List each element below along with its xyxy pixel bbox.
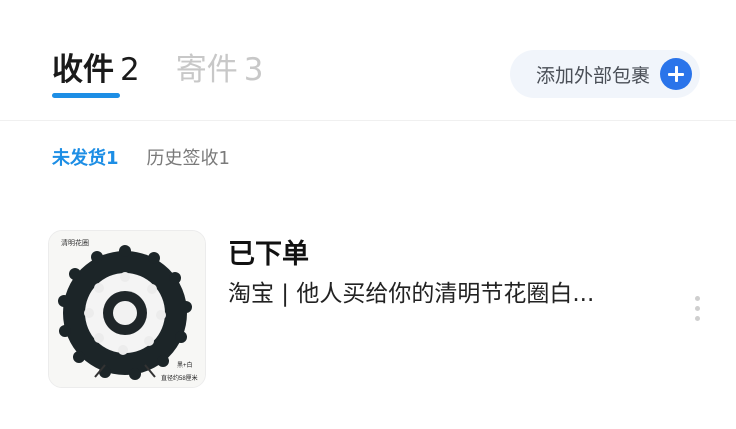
tab-receive[interactable]: 收件 2 — [52, 50, 140, 98]
order-description: 淘宝 | 他人买给你的清明节花圈白... — [228, 281, 595, 307]
top-tabs: 收件 2 寄件 3 — [52, 50, 264, 98]
add-external-package-button[interactable]: 添加外部包裹 — [510, 50, 700, 98]
order-status: 已下单 — [228, 239, 309, 270]
add-external-package-label: 添加外部包裹 — [535, 64, 650, 87]
thumbnail-color-label: 黑+白 — [177, 361, 193, 369]
divider — [0, 120, 736, 121]
sub-tab-not-shipped[interactable]: 未发货1 — [52, 144, 119, 170]
tab-active-underline — [52, 93, 120, 98]
wreath-image: 清明花圈 黑+白 直径约58厘米 — [49, 231, 205, 387]
more-options-icon[interactable] — [693, 296, 701, 326]
tab-send-count: 3 — [243, 52, 264, 88]
thumbnail-size-label: 直径约58厘米 — [161, 374, 198, 382]
tab-receive-count: 2 — [120, 52, 140, 88]
product-thumbnail[interactable]: 清明花圈 黑+白 直径约58厘米 — [48, 230, 206, 388]
page: 收件 2 寄件 3 添加外部包裹 未发货1 历史签收1 清明花圈 黑+白 直径约… — [0, 0, 736, 429]
tab-send[interactable]: 寄件 3 — [176, 50, 264, 90]
sub-tab-history-received[interactable]: 历史签收1 — [147, 144, 230, 170]
thumbnail-top-label: 清明花圈 — [61, 238, 89, 247]
sub-tabs: 未发货1 历史签收1 — [52, 144, 230, 170]
plus-circle-icon — [660, 58, 692, 90]
tab-send-label: 寄件 — [175, 52, 238, 88]
tab-receive-label: 收件 — [52, 52, 114, 88]
order-card[interactable]: 清明花圈 黑+白 直径约58厘米 已下单 淘宝 | 他人买给你的清明节花圈白..… — [48, 228, 708, 388]
